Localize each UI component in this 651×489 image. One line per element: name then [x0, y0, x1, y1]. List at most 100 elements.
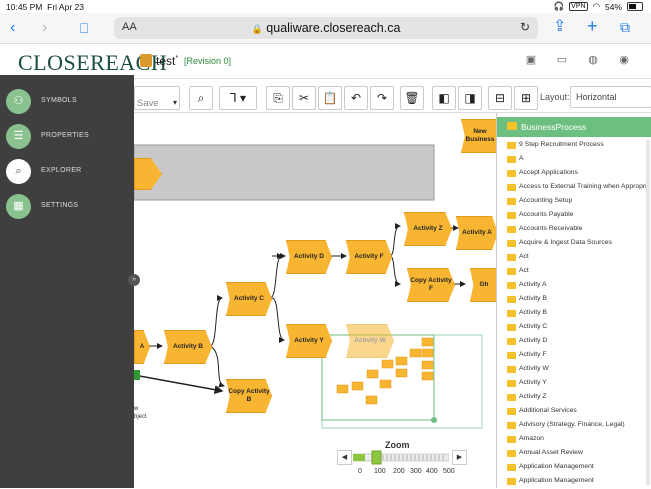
copy-icon[interactable]: ⎘ [266, 86, 290, 110]
folder-icon [507, 380, 516, 387]
user-icon[interactable]: ◉ [617, 53, 631, 67]
shape-new-business[interactable]: New Business [461, 119, 499, 153]
explorer-list-item[interactable]: Amazon [497, 433, 651, 447]
distribute-icon[interactable]: ⊞ [514, 86, 538, 110]
bring-front-icon[interactable]: ◧ [432, 86, 456, 110]
binoculars-icon[interactable]: ⌕ [189, 86, 213, 110]
explorer-list-item[interactable]: Additional Services [497, 405, 651, 419]
explorer-list-item[interactable]: Access to External Training when Appropr… [497, 181, 651, 195]
cut-icon[interactable]: ✂ [292, 86, 316, 110]
explorer-list-item[interactable]: Accounting Setup [497, 195, 651, 209]
overview-resize-handle[interactable] [431, 417, 437, 423]
zoom-in-icon[interactable]: ▶ [452, 450, 467, 465]
explorer-header[interactable]: BusinessProcess [497, 117, 651, 137]
folder-icon [507, 338, 516, 345]
back-icon[interactable]: ‹ [10, 20, 15, 36]
explorer-list-item[interactable]: Activity Y [497, 377, 651, 391]
explorer-list-item[interactable]: Annual Asset Review [497, 447, 651, 461]
paste-icon[interactable]: 📋 [318, 86, 342, 110]
explorer-list-item[interactable]: Activity W [497, 363, 651, 377]
folder-icon [507, 296, 516, 303]
tabs-icon[interactable]: ⧉ [620, 19, 630, 35]
explorer-list-item[interactable]: Accounts Payable [497, 209, 651, 223]
folder-icon [507, 240, 516, 247]
zoom-fill [353, 454, 365, 461]
explorer-list-item[interactable]: Advisory (Strategy, Finance, Legal) [497, 419, 651, 433]
layout-value: Horizontal [576, 92, 617, 102]
explorer-list-item[interactable]: Accounts Receivable [497, 223, 651, 237]
explorer-item-label: Acquire & Ingest Data Sources [519, 239, 612, 246]
zoom-slider[interactable]: ◀ ▶ [337, 450, 467, 465]
explorer-list-item[interactable]: Activity Z [497, 391, 651, 405]
explorer-list-item[interactable]: Acquire & Ingest Data Sources [497, 237, 651, 251]
shape-copy-activity-b[interactable]: Copy Activity B [226, 379, 272, 413]
layout-select[interactable]: Horizontal [570, 86, 651, 108]
folder-icon [507, 212, 516, 219]
explorer-item-label: Annual Asset Review [519, 449, 583, 456]
explorer-list-item[interactable]: Act [497, 265, 651, 279]
chevron-down-icon[interactable]: ▾ [173, 92, 177, 114]
align-icon[interactable]: ⊟ [488, 86, 512, 110]
reload-icon[interactable]: ↻ [520, 20, 530, 34]
bookmarks-icon[interactable]: ⎕ [80, 20, 88, 36]
explorer-item-label: Advisory (Strategy, Finance, Legal) [519, 421, 625, 428]
nav-symbols-label: SYMBOLS [41, 97, 77, 104]
explorer-list-item[interactable]: Activity C [497, 321, 651, 335]
shape-activity-z[interactable]: Activity Z [404, 212, 452, 246]
zoom-track[interactable] [353, 450, 449, 465]
shape-activity-f[interactable]: Activity F [346, 240, 392, 274]
save-button[interactable]: Save ▾ [134, 86, 180, 110]
presentation-icon[interactable]: ▭ [555, 53, 569, 67]
forward-icon[interactable]: › [42, 20, 47, 36]
folder-icon [507, 366, 516, 373]
shape-activity-d[interactable]: Activity D [286, 240, 332, 274]
headphones-icon: 🎧 [553, 1, 565, 11]
redo-icon[interactable]: ↷ [370, 86, 394, 110]
shape-activity-c[interactable]: Activity C [226, 282, 272, 316]
explorer-list-item[interactable]: Activity A [497, 279, 651, 293]
shape-gh[interactable]: Gh [470, 268, 498, 302]
shape-activity-w[interactable]: Activity W [346, 324, 394, 358]
share-icon[interactable]: ⇪ [553, 19, 566, 35]
zoom-out-icon[interactable]: ◀ [337, 450, 352, 465]
new-tab-icon[interactable]: + [587, 17, 598, 35]
explorer-item-label: A [519, 155, 524, 162]
explorer-list-item[interactable]: 9 Step Recruitment Process [497, 139, 651, 153]
address-bar[interactable]: AA 🔒 qualiware.closereach.ca ↻ [114, 17, 538, 39]
delete-icon[interactable]: 🗑 [400, 86, 424, 110]
folder-icon[interactable]: ▣ [524, 53, 538, 67]
explorer-list-item[interactable]: Accept Applications [497, 167, 651, 181]
diagram-canvas[interactable]: New Business Activity D Activity F Activ… [134, 113, 499, 488]
explorer-list-item[interactable]: Activity B [497, 293, 651, 307]
undo-icon[interactable]: ↶ [344, 86, 368, 110]
shape-activity-b[interactable]: Activity B [164, 330, 212, 364]
nav-settings[interactable]: ▦ SETTINGS [6, 194, 134, 220]
explorer-list-item[interactable]: Application Management [497, 475, 651, 489]
properties-icon: ☰ [6, 124, 31, 149]
shape-activity-y[interactable]: Activity Y [286, 324, 332, 358]
zoom-label: Zoom [385, 440, 410, 450]
nav-symbols[interactable]: ⚇ SYMBOLS [6, 89, 134, 115]
collapse-drawer-icon[interactable]: » [128, 274, 140, 286]
send-back-icon[interactable]: ◨ [458, 86, 482, 110]
zoom-handle[interactable] [371, 450, 382, 465]
globe-icon[interactable]: ◍ [586, 53, 600, 67]
explorer-list-item[interactable]: Activity F [497, 349, 651, 363]
explorer-list-item[interactable]: Activity B [497, 307, 651, 321]
nav-explorer[interactable]: ⌕ EXPLORER [6, 159, 134, 185]
connector-icon[interactable]: ⅂ ▾ [219, 86, 257, 110]
shape-activity-a[interactable]: Activity A [456, 216, 498, 250]
shape-copy-activity-f[interactable]: Copy Activity F [407, 268, 455, 302]
explorer-item-label: Activity F [519, 351, 547, 358]
nav-properties[interactable]: ☰ PROPERTIES [6, 124, 134, 150]
nav-properties-label: PROPERTIES [41, 132, 89, 139]
lock-icon: 🔒 [251, 24, 263, 34]
overview-frame [321, 334, 483, 429]
explorer-list-item[interactable]: A [497, 153, 651, 167]
explorer-list-item[interactable]: Application Management [497, 461, 651, 475]
explorer-list-item[interactable]: Act [497, 251, 651, 265]
explorer-list-item[interactable]: Activity D [497, 335, 651, 349]
revision-label: [Revision 0] [184, 56, 232, 66]
explorer-item-label: Application Management [519, 477, 594, 484]
explorer-scrollbar[interactable] [646, 140, 650, 485]
